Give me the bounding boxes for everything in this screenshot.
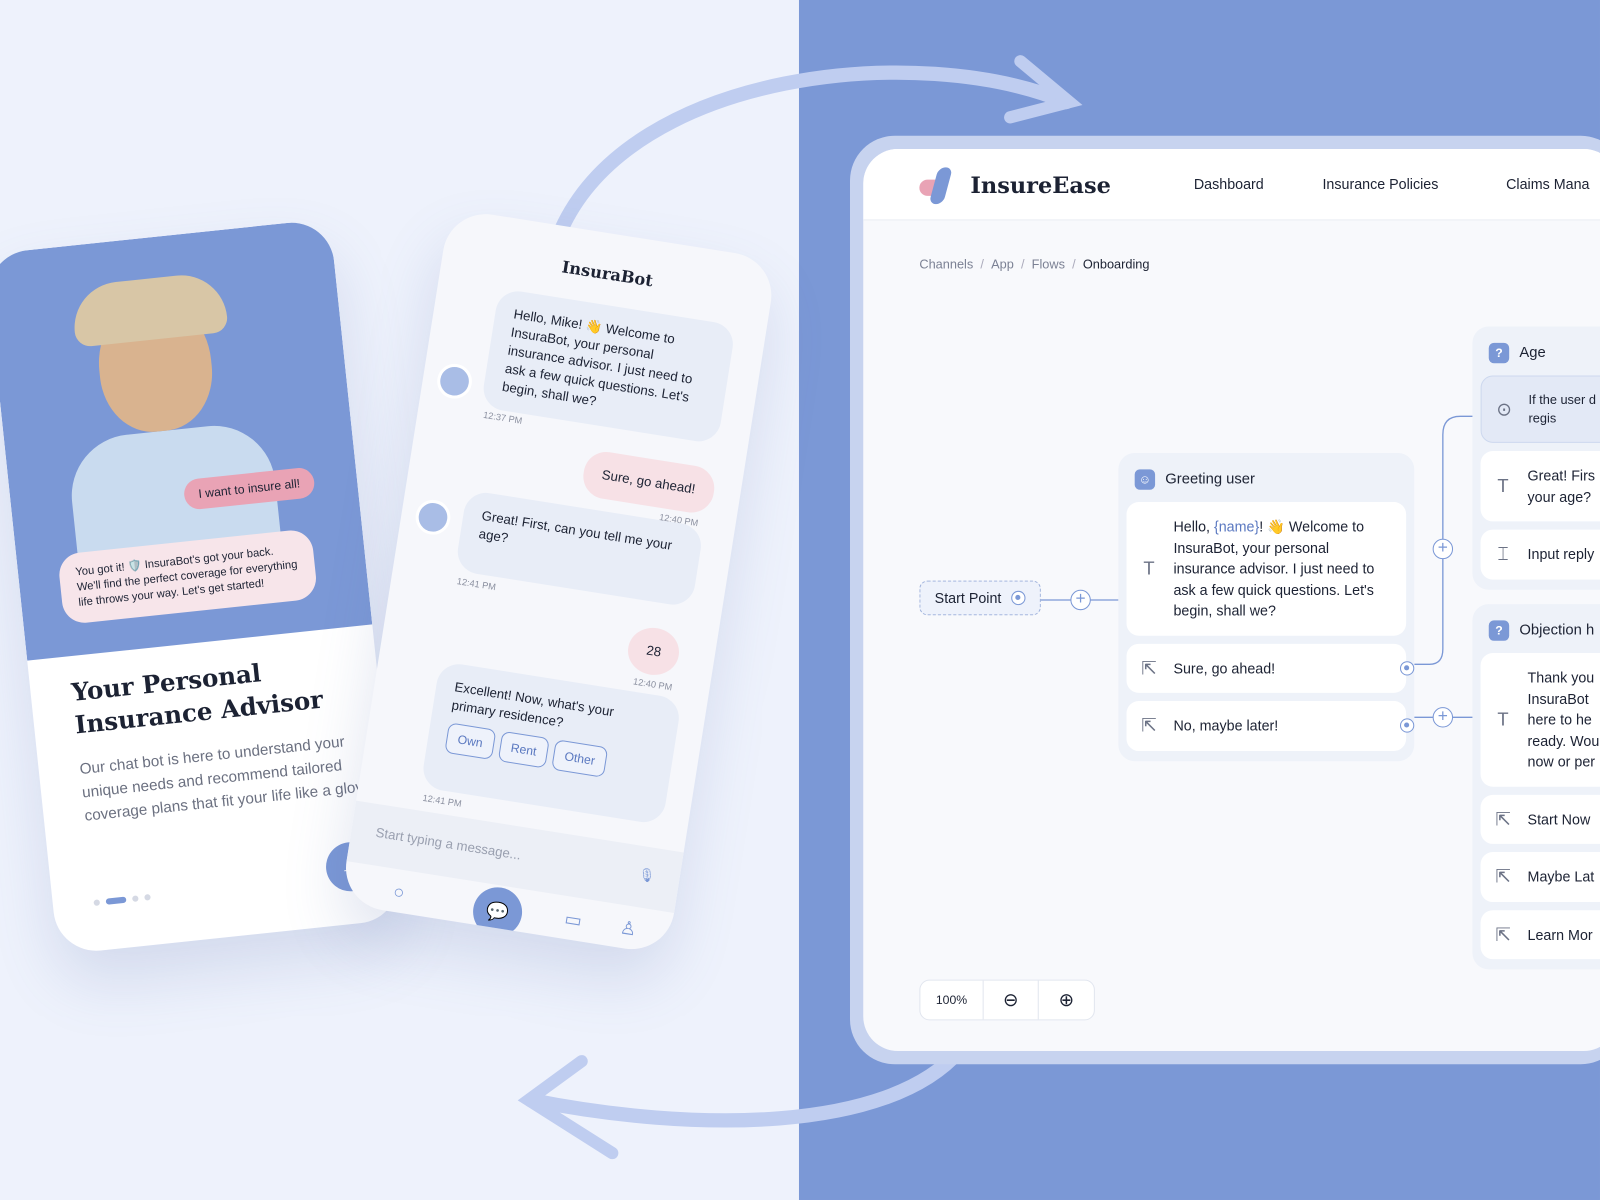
dashboard-window: InsureEase Dashboard Insurance Policies …: [863, 148, 1600, 1052]
message-card[interactable]: T Hello, {name}! 👋 Welcome to InsuraBot, …: [1126, 502, 1407, 636]
message-text: Thank you InsuraBot here to he ready. Wo…: [1527, 669, 1600, 770]
option-other[interactable]: Other: [551, 739, 609, 778]
cursor-click-icon: ⇱: [1495, 923, 1511, 945]
cursor-click-icon: ⇱: [1141, 657, 1157, 679]
input-card[interactable]: ⌶ Input reply: [1480, 529, 1600, 580]
smile-icon: ☺: [1134, 469, 1156, 490]
question-bubble-icon: ?: [1488, 342, 1510, 364]
page-indicator: [93, 893, 151, 907]
message-card[interactable]: T Great! Firs your age?: [1480, 451, 1600, 522]
cursor-click-icon: ⇱: [1495, 866, 1511, 887]
node-greeting-user[interactable]: ☺ Greeting user T Hello, {name}! 👋 Welcome…: [1118, 453, 1415, 761]
code-icon: ⊙: [1496, 398, 1512, 420]
output-port[interactable]: [1399, 660, 1415, 676]
text-icon: T: [1497, 709, 1509, 730]
message-time: 12:40 PM: [632, 676, 673, 693]
reply-label: Learn Mor: [1527, 926, 1593, 943]
output-port[interactable]: [1011, 590, 1026, 606]
search-icon[interactable]: ○: [392, 881, 406, 904]
reply-label: No, maybe later!: [1173, 717, 1279, 734]
chat-message: 28: [624, 624, 683, 679]
cursor-click-icon: ⇱: [1495, 808, 1511, 830]
hero-area: I want to insure all! You got it! 🛡️ Ins…: [0, 218, 373, 661]
input-icon: ⌶: [1497, 543, 1509, 565]
chat-message: Sure, go ahead!: [580, 448, 717, 516]
mic-icon[interactable]: 🎙: [637, 866, 656, 885]
text-icon: T: [1143, 558, 1155, 579]
add-node-button[interactable]: +: [1432, 538, 1454, 560]
reply-card[interactable]: ⇱ Start Now: [1480, 794, 1600, 844]
message-card[interactable]: T Thank you InsuraBot here to he ready. W…: [1480, 653, 1600, 787]
option-rent[interactable]: Rent: [497, 730, 550, 769]
message-text: Hello, {name}! 👋 Welcome to InsuraBot, y…: [1173, 518, 1375, 619]
reply-label: Maybe Lat: [1527, 868, 1595, 885]
zoom-out-icon[interactable]: ⊖: [984, 980, 1039, 1020]
reply-card[interactable]: ⇱ Learn Mor: [1480, 909, 1600, 960]
add-node-button[interactable]: +: [1432, 707, 1454, 728]
node-objection[interactable]: ? Objection h T Thank you InsuraBot here t…: [1472, 604, 1600, 970]
reply-card[interactable]: ⇱ No, maybe later!: [1126, 701, 1415, 751]
message-time: 12:41 PM: [421, 792, 463, 809]
node-title: Objection h: [1519, 622, 1595, 639]
reply-label: Sure, go ahead!: [1173, 659, 1276, 677]
condition-text: If the user d during regis: [1528, 392, 1600, 426]
onboarding-description: Our chat bot is here to understand your …: [78, 733, 377, 825]
message-text: Great! Firs your age?: [1527, 467, 1596, 505]
profile-icon[interactable]: ♙: [618, 917, 638, 941]
cursor-click-icon: ⇱: [1141, 715, 1157, 736]
input-placeholder: Start typing a message...: [374, 824, 523, 863]
zoom-level: 100%: [920, 980, 984, 1020]
add-node-button[interactable]: +: [1070, 589, 1091, 611]
clipboard-icon[interactable]: ▭: [563, 908, 583, 932]
reply-card[interactable]: ⇱ Sure, go ahead!: [1126, 643, 1415, 693]
onboarding-title: Your Personal Insurance Advisor: [70, 657, 325, 740]
start-point-label: Start Point: [934, 589, 1002, 607]
node-age[interactable]: ? Age ⊙ If the user d during regis T Great!…: [1472, 326, 1600, 590]
zoom-controls: 100% ⊖ ⊕: [919, 979, 1095, 1021]
bot-avatar: [413, 497, 453, 538]
question-bubble-icon: ?: [1488, 620, 1510, 641]
reply-card[interactable]: ⇱ Maybe Lat: [1480, 852, 1600, 902]
text-icon: T: [1497, 475, 1509, 497]
zoom-in-icon[interactable]: ⊕: [1039, 981, 1094, 1020]
reply-label: Start Now: [1527, 810, 1591, 828]
node-title: Greeting user: [1165, 471, 1255, 488]
output-port[interactable]: [1399, 718, 1415, 733]
condition-card[interactable]: ⊙ If the user d during regis: [1480, 375, 1600, 443]
option-own[interactable]: Own: [444, 722, 497, 761]
input-label: Input reply: [1527, 545, 1595, 563]
message-time: 12:41 PM: [456, 575, 497, 593]
chat-bubble-icon: 💬: [484, 899, 511, 924]
bot-avatar: [434, 361, 475, 402]
node-title: Age: [1519, 344, 1546, 362]
start-point-node[interactable]: Start Point: [919, 580, 1042, 616]
